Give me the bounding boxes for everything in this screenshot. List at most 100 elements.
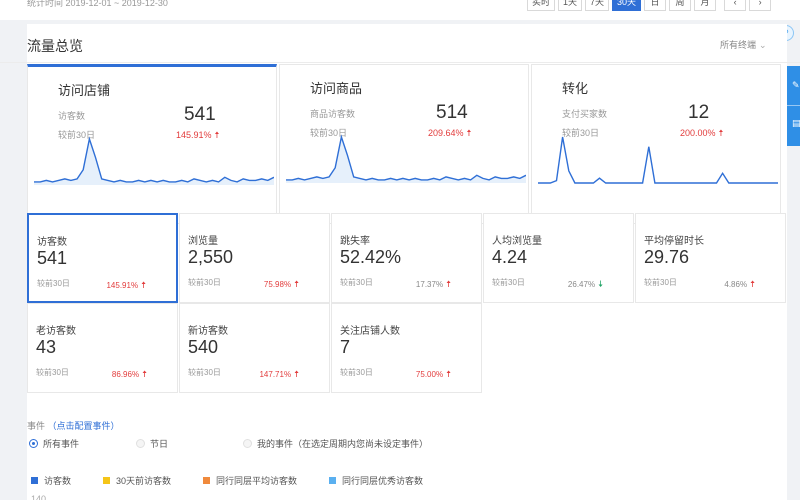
tile-compare-label: 较前30日	[492, 278, 525, 287]
prev-period-button[interactable]: ‹	[724, 0, 747, 11]
change-pct-text: 86.96%	[111, 370, 140, 379]
metric-tile-new-visitors[interactable]: 新访客数 540 较前30日 147.71% 🠅	[179, 303, 330, 393]
metric-tile-pageviews[interactable]: 浏览量 2,550 较前30日 75.98% 🠅	[179, 213, 330, 303]
divider	[0, 62, 800, 63]
top-bar: 统计时间 2019-12-01 ~ 2019-12-30 实时 1天 7天 30…	[0, 0, 800, 20]
tile-label: 访客数	[37, 237, 67, 248]
tile-label: 关注店铺人数	[340, 326, 400, 337]
legend-item-visitors[interactable]: 访客数	[31, 474, 71, 487]
tile-change-pct: 75.98% 🠅	[264, 277, 299, 293]
overview-metric-value: 541	[184, 104, 216, 125]
metric-tile-store-followers[interactable]: 关注店铺人数 7 较前30日 75.00% 🠅	[331, 303, 482, 393]
arrow-down-icon: 🠇	[598, 279, 603, 289]
radio-checked-icon[interactable]	[29, 439, 38, 448]
events-header: 事件 （点击配置事件）	[27, 419, 120, 432]
event-option-label: 我的事件（在选定周期内您尚未设定事件）	[257, 439, 429, 449]
overview-metric-label: 支付买家数	[562, 109, 608, 119]
feedback-icon[interactable]: ▤	[792, 118, 800, 128]
event-option-label: 节日	[150, 439, 169, 449]
sparkline-line	[538, 136, 778, 184]
arrow-up-icon: 🠅	[141, 280, 146, 290]
metric-tile-avg-duration[interactable]: 平均停留时长 29.76 较前30日 4.86% 🠅	[635, 213, 786, 303]
tile-compare-label: 较前30日	[188, 368, 221, 377]
tile-value: 4.24	[492, 247, 528, 267]
tile-change-pct: 17.37% 🠅	[416, 277, 451, 293]
arrow-up-icon: 🠅	[142, 369, 147, 379]
tile-label: 浏览量	[188, 236, 218, 247]
legend-swatch	[103, 477, 111, 484]
arrow-up-icon: 🠅	[750, 279, 755, 289]
configure-events-link[interactable]: （点击配置事件）	[48, 421, 120, 431]
chart-y-tick: 140	[31, 494, 47, 500]
tile-label: 平均停留时长	[644, 236, 704, 247]
next-period-button[interactable]: ›	[749, 0, 772, 11]
range-1d-button[interactable]: 1天	[558, 0, 583, 11]
overview-metric-value: 514	[436, 102, 468, 123]
chart-legend: 访客数 30天前访客数 同行同层平均访客数 同行同层优秀访客数	[31, 474, 455, 487]
overview-metric-label: 访客数	[58, 111, 86, 121]
change-pct-text: 26.47%	[567, 280, 596, 289]
range-day-button[interactable]: 日	[644, 0, 667, 11]
sparkline-chart	[34, 136, 274, 185]
tile-compare-label: 较前30日	[37, 279, 70, 288]
change-pct-text: 147.71%	[259, 370, 292, 379]
radio-icon[interactable]	[136, 439, 145, 448]
metric-tile-visitors[interactable]: 访客数 541 较前30日 145.91% 🠅	[27, 213, 178, 303]
tile-value: 2,550	[188, 247, 234, 267]
tile-value: 29.76	[644, 247, 690, 267]
metric-tile-bounce-rate[interactable]: 跳失率 52.42% 较前30日 17.37% 🠅	[331, 213, 482, 303]
legend-item-visitors-30d-ago[interactable]: 30天前访客数	[103, 474, 171, 487]
legend-swatch	[203, 477, 211, 484]
legend-item-peer-excellent[interactable]: 同行同层优秀访客数	[329, 474, 423, 487]
legend-label: 30天前访客数	[116, 476, 172, 486]
overview-metric-value: 12	[688, 102, 710, 123]
sparkline-area	[538, 137, 778, 183]
terminal-select[interactable]: 所有终端 ⌄	[720, 38, 767, 51]
overview-card-conversion[interactable]: 转化 支付买家数 12 较前30日 200.00% 🠅	[531, 64, 781, 224]
sparkline-area	[286, 137, 526, 183]
range-7d-button[interactable]: 7天	[585, 0, 610, 11]
tile-change-pct: 86.96% 🠅	[112, 367, 147, 383]
event-option-mine[interactable]: 我的事件（在选定周期内您尚未设定事件）	[243, 437, 428, 450]
overview-card-product-visits[interactable]: 访问商品 商品访客数 514 较前30日 209.64% 🠅	[279, 64, 529, 224]
tile-value: 52.42%	[340, 247, 402, 267]
tile-compare-label: 较前30日	[340, 278, 373, 287]
sparkline-chart	[286, 134, 526, 183]
legend-swatch	[31, 477, 38, 484]
tile-compare-label: 较前30日	[644, 278, 677, 287]
overview-card-title: 访问店铺	[58, 83, 111, 98]
overview-card-title: 访问商品	[310, 81, 363, 96]
event-option-holiday[interactable]: 节日	[136, 437, 168, 450]
tile-compare-label: 较前30日	[188, 278, 221, 287]
metric-tile-avg-pageviews[interactable]: 人均浏览量 4.24 较前30日 26.47% 🠇	[483, 213, 634, 303]
event-option-all[interactable]: 所有事件	[29, 437, 79, 450]
arrow-up-icon: 🠅	[294, 279, 299, 289]
events-label: 事件	[27, 421, 46, 431]
legend-label: 访客数	[44, 476, 72, 486]
range-realtime-button[interactable]: 实时	[527, 0, 556, 11]
sparkline-line	[286, 134, 526, 181]
chat-icon[interactable]: ✎	[792, 80, 800, 90]
metric-tile-returning-visitors[interactable]: 老访客数 43 较前30日 86.96% 🠅	[27, 303, 178, 393]
arrow-up-icon: 🠅	[446, 369, 451, 379]
range-30d-button[interactable]: 30天	[612, 0, 642, 11]
radio-icon[interactable]	[243, 439, 252, 448]
terminal-select-value: 所有终端	[720, 40, 757, 50]
legend-label: 同行同层平均访客数	[216, 476, 298, 486]
tile-label: 跳失率	[340, 236, 370, 247]
tile-change-pct: 147.71% 🠅	[259, 367, 299, 383]
page-title: 流量总览	[27, 38, 83, 54]
tile-change-pct: 75.00% 🠅	[416, 367, 451, 383]
arrow-up-icon: 🠅	[446, 279, 451, 289]
tile-value: 540	[188, 337, 219, 357]
overview-card-store-visits[interactable]: 访问店铺 访客数 541 较前30日 145.91% 🠅	[27, 64, 277, 224]
traffic-overview-panel: 流量总览 所有终端 ⌄ 访问店铺 访客数 541 较前30日 145.91% 🠅 访…	[0, 24, 800, 500]
arrow-up-icon: 🠅	[294, 369, 299, 379]
range-month-button[interactable]: 月	[694, 0, 717, 11]
event-option-label: 所有事件	[43, 439, 80, 449]
change-pct-text: 145.91%	[106, 281, 139, 290]
tile-label: 新访客数	[188, 326, 228, 337]
legend-item-peer-average[interactable]: 同行同层平均访客数	[203, 474, 297, 487]
change-pct-text: 75.00%	[415, 370, 444, 379]
range-week-button[interactable]: 周	[669, 0, 692, 11]
